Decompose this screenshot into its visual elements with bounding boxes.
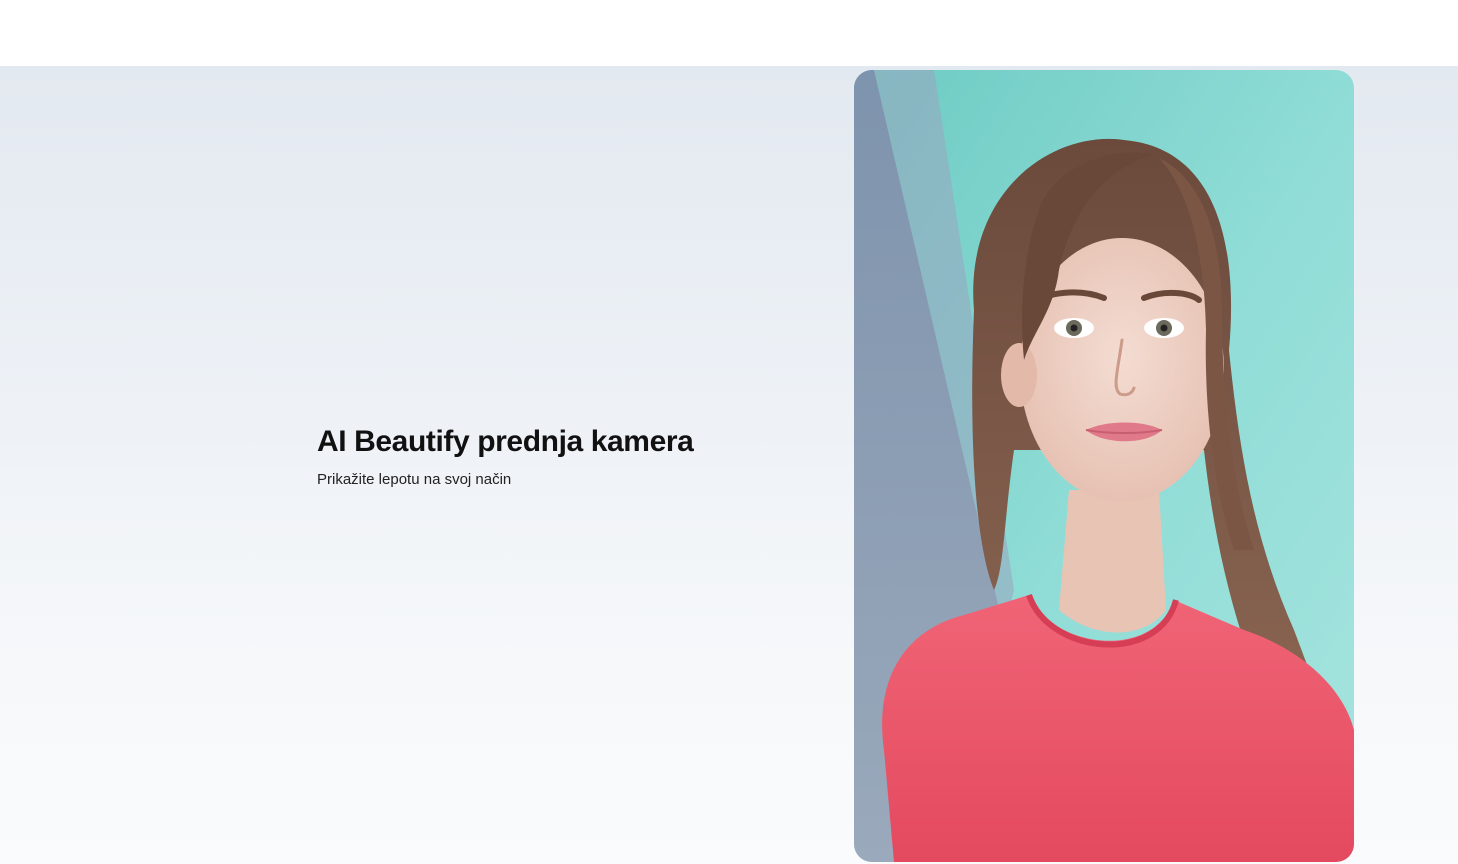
hero-subtitle: Prikažite lepotu na svoj način — [317, 471, 512, 488]
selfie-illustration — [854, 70, 1354, 862]
hero-title: AI Beautify prednja kamera — [317, 425, 694, 458]
top-bar — [0, 0, 1458, 66]
page: AI Beautify prednja kamera Prikažite lep… — [0, 0, 1458, 864]
hero-text-block: AI Beautify prednja kamera Prikažite lep… — [317, 422, 797, 490]
selfie-photo — [854, 70, 1354, 862]
hero-section: AI Beautify prednja kamera Prikažite lep… — [0, 66, 1458, 864]
